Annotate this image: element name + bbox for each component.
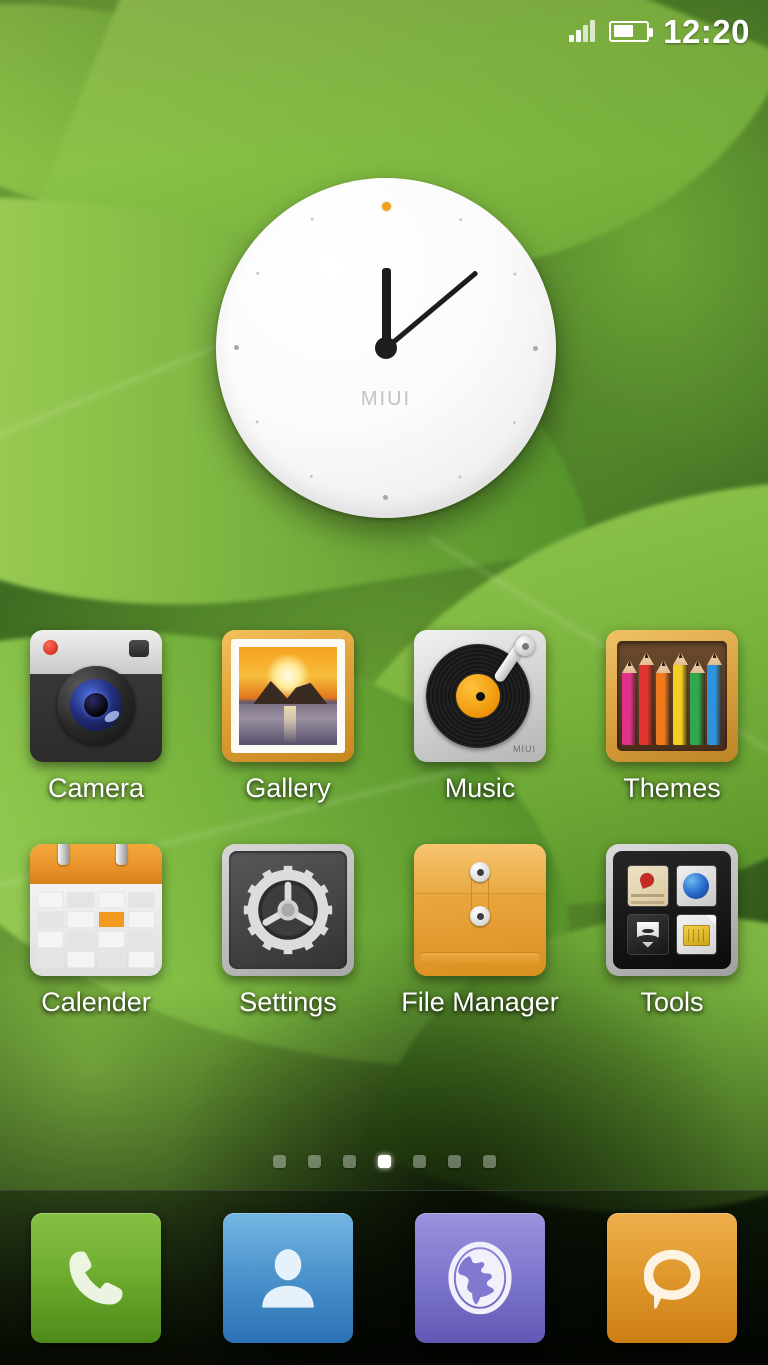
security-icon (628, 914, 668, 954)
app-item-camera[interactable]: Camera (0, 630, 192, 804)
person-glyph (262, 1249, 314, 1308)
pencil (673, 665, 688, 745)
browser-icon (676, 866, 716, 906)
camera-icon[interactable] (30, 630, 162, 762)
gallery-sunset-photo (239, 647, 337, 745)
app-row-1: Camera Gallery MIUI Music Themes (0, 630, 768, 804)
dock (0, 1190, 768, 1365)
tools-folder-icon[interactable] (606, 844, 738, 976)
pencil (639, 665, 654, 745)
sim-toolkit-icon (676, 914, 716, 954)
page-indicator-dot-1[interactable] (272, 1155, 286, 1168)
app-label: Themes (623, 773, 721, 803)
pencil (622, 673, 637, 745)
camera-flash (129, 640, 149, 657)
page-indicator-dot-5[interactable] (412, 1155, 426, 1168)
music-brand-label: MIUI (513, 744, 536, 754)
calendar-icon[interactable] (30, 844, 162, 976)
clock-minute-hand (384, 270, 479, 350)
app-item-music[interactable]: MIUI Music (384, 630, 576, 804)
page-indicator-dot-7[interactable] (482, 1155, 496, 1168)
camera-record-dot (43, 640, 58, 655)
pencil (707, 665, 722, 745)
app-label: Tools (640, 987, 704, 1017)
pencil (690, 673, 705, 745)
file-manager-icon[interactable] (414, 844, 546, 976)
calendar-grid (37, 891, 155, 968)
messaging-bubble-icon[interactable] (607, 1213, 737, 1343)
page-indicator-dot-4[interactable] (377, 1155, 391, 1168)
app-item-themes[interactable]: Themes (576, 630, 768, 804)
app-item-settings[interactable]: Settings (192, 844, 384, 1018)
battery-icon (609, 20, 654, 42)
pencil-box (617, 641, 727, 751)
browser-globe-icon[interactable] (415, 1213, 545, 1343)
pencil (656, 673, 671, 745)
dock-item-contacts[interactable] (192, 1213, 384, 1343)
clock-brand-label: MIUI (360, 388, 412, 410)
gear-icon (243, 865, 333, 955)
calendar-today-cell (97, 911, 125, 929)
app-label: Calender (41, 987, 151, 1017)
music-icon[interactable]: MIUI (414, 630, 546, 762)
globe-glyph (448, 1241, 512, 1315)
clock-face: MIUI (216, 178, 556, 518)
gallery-icon[interactable] (222, 630, 354, 762)
clock-center-pin (375, 337, 397, 359)
phone-icon[interactable] (31, 1213, 161, 1343)
page-indicator-dot-3[interactable] (342, 1155, 356, 1168)
app-label: Music (444, 773, 516, 803)
speech-bubble-glyph (643, 1249, 701, 1309)
camera-lens (57, 666, 135, 745)
analog-clock-widget[interactable]: MIUI (216, 178, 556, 518)
dock-item-browser[interactable] (384, 1213, 576, 1343)
settings-icon[interactable] (222, 844, 354, 976)
app-grid: Camera Gallery MIUI Music Themes Calende… (0, 630, 768, 1018)
app-label: Gallery (245, 773, 331, 803)
home-screen-page-indicator[interactable] (0, 1155, 768, 1168)
phone-handset-glyph (69, 1251, 123, 1305)
signal-bars-icon (569, 20, 596, 42)
page-indicator-dot-6[interactable] (447, 1155, 461, 1168)
app-item-gallery[interactable]: Gallery (192, 630, 384, 804)
contacts-person-icon[interactable] (223, 1213, 353, 1343)
app-row-2: Calender Settings File Manager Tools (0, 844, 768, 1018)
status-bar[interactable]: 12:20 (0, 0, 768, 62)
page-indicator-dot-2[interactable] (307, 1155, 321, 1168)
notes-icon (628, 866, 668, 906)
status-bar-time: 12:20 (663, 12, 750, 50)
dock-item-phone[interactable] (0, 1213, 192, 1343)
app-label: Camera (47, 773, 145, 803)
clock-hour-hand (381, 268, 391, 348)
themes-icon[interactable] (606, 630, 738, 762)
app-item-tools-folder[interactable]: Tools (576, 844, 768, 1018)
app-item-calendar[interactable]: Calender (0, 844, 192, 1018)
app-label: Settings (239, 987, 337, 1017)
dock-item-messaging[interactable] (576, 1213, 768, 1343)
app-label: File Manager (401, 987, 559, 1017)
app-item-file-manager[interactable]: File Manager (384, 844, 576, 1018)
